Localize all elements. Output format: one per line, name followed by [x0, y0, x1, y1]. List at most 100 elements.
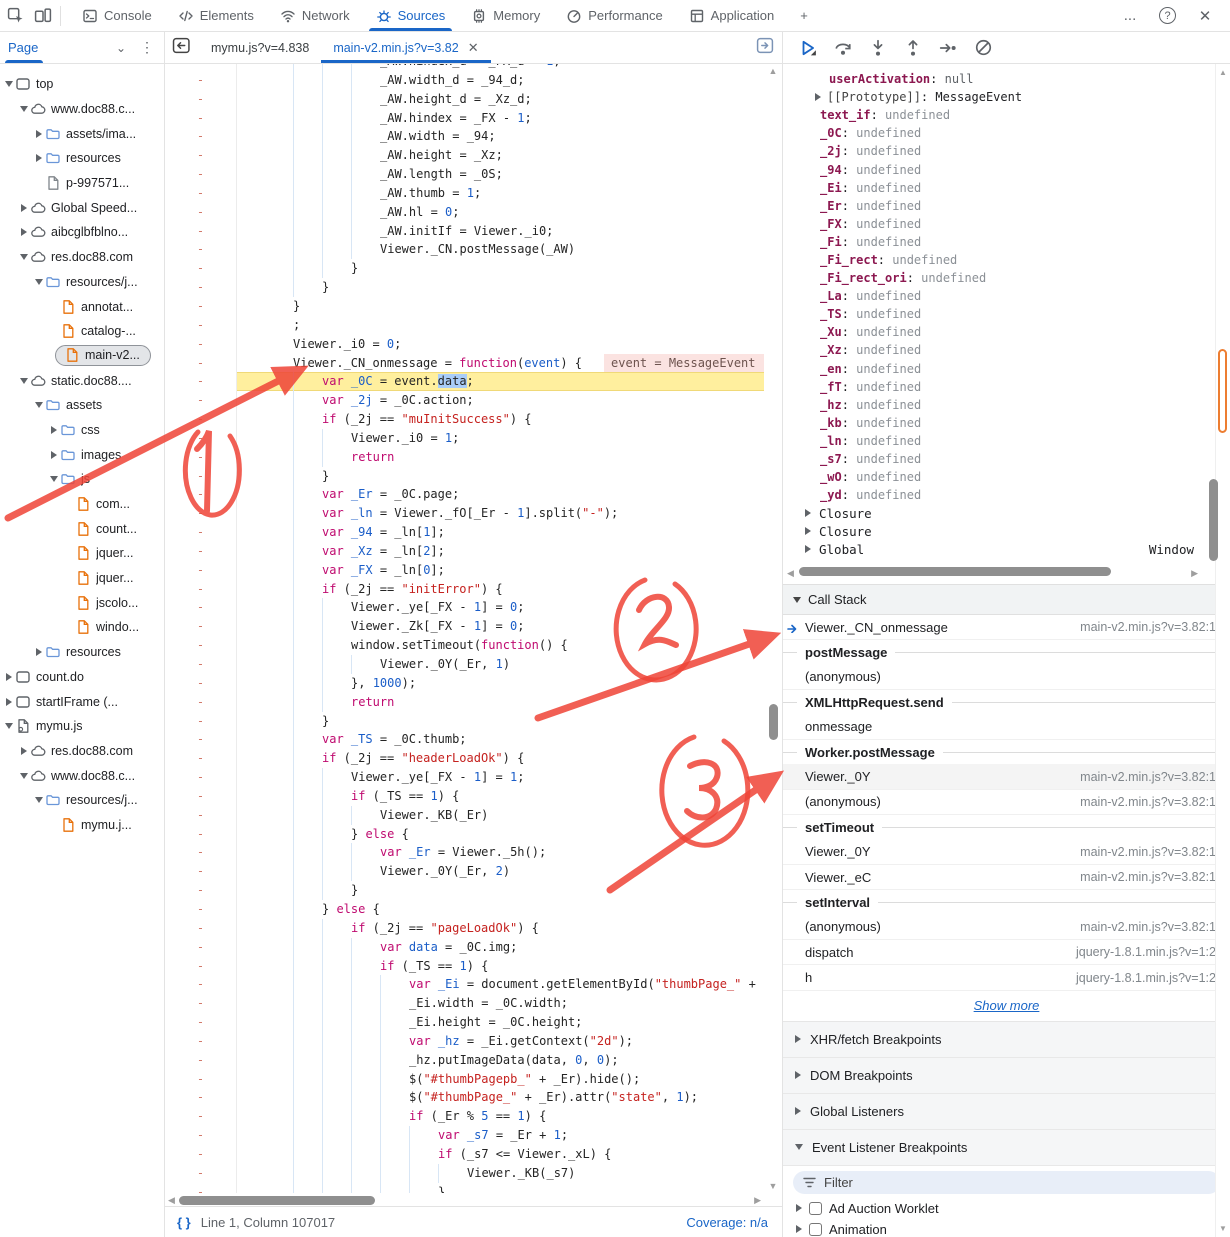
tree-item[interactable]: p-997571... [0, 171, 164, 196]
gutter-dash[interactable]: - [165, 165, 237, 184]
gutter-dash[interactable]: - [165, 297, 237, 316]
gutter-dash[interactable]: - [165, 372, 237, 391]
scope-variable[interactable]: _kb: undefined [783, 414, 1230, 432]
call-stack-frame[interactable]: Viewer._CN_onmessagemain-v2.min.js?v=3.8… [783, 615, 1230, 640]
scope-variable[interactable]: _ln: undefined [783, 432, 1230, 450]
chevron-down-icon[interactable]: ⌄ [116, 41, 126, 55]
call-stack-frame[interactable]: Viewer._0Ymain-v2.min.js?v=3.82:1 [783, 840, 1230, 865]
section-event-listener-breakpoints[interactable]: Event Listener Breakpoints [783, 1130, 1230, 1166]
call-stack-frame[interactable]: (anonymous)main-v2.min.js?v=3.82:1 [783, 790, 1230, 815]
scope-variable[interactable]: _Fi_rect_ori: undefined [783, 269, 1230, 287]
scope-variable[interactable]: text_if: undefined [783, 106, 1230, 124]
event-category-row[interactable]: Ad Auction Worklet [783, 1198, 1230, 1219]
code-line[interactable]: -} [165, 881, 764, 900]
code-line[interactable]: -} [165, 297, 764, 316]
code-line[interactable]: -var _Er = _0C.page; [165, 485, 764, 504]
code-line[interactable]: -} [165, 278, 764, 297]
code-line[interactable]: -if (_2j == "headerLoadOk") { [165, 749, 764, 768]
gutter-dash[interactable]: - [165, 843, 237, 862]
tab-network[interactable]: Network [267, 0, 363, 31]
code-line[interactable]: -if (_2j == "initError") { [165, 580, 764, 599]
tab-application[interactable]: Application [676, 0, 788, 31]
gutter-dash[interactable]: - [165, 542, 237, 561]
gutter-dash[interactable]: - [165, 1107, 237, 1126]
code-line[interactable]: -var _Xz = _ln[2]; [165, 542, 764, 561]
scope-variable[interactable]: _Ei: undefined [783, 179, 1230, 197]
gutter-dash[interactable]: - [165, 712, 237, 731]
gutter-dash[interactable]: - [165, 561, 237, 580]
gutter-dash[interactable]: - [165, 127, 237, 146]
gutter-dash[interactable]: - [165, 806, 237, 825]
help-icon[interactable]: ? [1159, 7, 1176, 24]
deactivate-breakpoints-icon[interactable] [974, 38, 993, 57]
scope-variable[interactable]: _Xz: undefined [783, 341, 1230, 359]
tree-item[interactable]: jquer... [0, 566, 164, 591]
scroll-right-icon[interactable]: ▶ [1191, 568, 1198, 579]
gutter-dash[interactable]: - [165, 1164, 237, 1183]
scope-variable[interactable]: _TS: undefined [783, 305, 1230, 323]
code-line[interactable]: -Viewer._CN_onmessage = function(event) … [165, 354, 764, 373]
code-line[interactable]: -} [165, 467, 764, 486]
close-devtools-icon[interactable]: ✕ [1196, 7, 1214, 25]
code-area[interactable]: -_AW.hindex_d = _FX_d - 1;-_AW.width_d =… [165, 64, 764, 1193]
gutter-dash[interactable]: - [165, 598, 237, 617]
code-line[interactable]: -} else { [165, 825, 764, 844]
code-line[interactable]: -} [165, 712, 764, 731]
scope-variable[interactable]: _fT: undefined [783, 378, 1230, 396]
gutter-dash[interactable]: - [165, 975, 237, 994]
device-toolbar-icon[interactable] [34, 7, 52, 25]
code-line[interactable]: -_Ei.height = _0C.height; [165, 1013, 764, 1032]
editor-vscroll-thumb[interactable] [769, 704, 778, 740]
tree-item[interactable]: count... [0, 516, 164, 541]
scope-variable[interactable]: _en: undefined [783, 360, 1230, 378]
call-stack-frame[interactable]: (anonymous)main-v2.min.js?v=3.82:1 [783, 915, 1230, 940]
tab-console[interactable]: Console [69, 0, 165, 31]
triangle-right-icon[interactable] [815, 93, 827, 101]
gutter-dash[interactable]: - [165, 768, 237, 787]
tree-item[interactable]: annotat... [0, 294, 164, 319]
code-line[interactable]: -} [165, 1183, 764, 1193]
tree-item[interactable]: res.doc88.com [0, 739, 164, 764]
gutter-dash[interactable]: - [165, 222, 237, 241]
gutter-dash[interactable]: - [165, 429, 237, 448]
scope-variable[interactable]: _Er: undefined [783, 197, 1230, 215]
tab-memory[interactable]: Memory [458, 0, 553, 31]
code-line[interactable]: -if (_2j == "muInitSuccess") { [165, 410, 764, 429]
gutter-dash[interactable]: - [165, 1070, 237, 1089]
code-line[interactable]: -var _TS = _0C.thumb; [165, 730, 764, 749]
scroll-right-icon[interactable]: ▶ [754, 1195, 761, 1206]
code-line[interactable]: -}, 1000); [165, 674, 764, 693]
code-line[interactable]: -_hz.putImageData(data, 0, 0); [165, 1051, 764, 1070]
code-line[interactable]: -_AW.initIf = Viewer._i0; [165, 222, 764, 241]
tab-performance[interactable]: Performance [553, 0, 675, 31]
code-line[interactable]: -window.setTimeout(function() { [165, 636, 764, 655]
editor-vertical-scrollbar[interactable]: ▲ ▼ [764, 64, 782, 1193]
scope-variable[interactable]: _yd: undefined [783, 486, 1230, 504]
gutter-dash[interactable]: - [165, 1183, 237, 1193]
navigate-back-icon[interactable] [172, 37, 191, 59]
scope-variable[interactable]: _Xu: undefined [783, 323, 1230, 341]
code-line[interactable]: -Viewer._CN.postMessage(_AW) [165, 240, 764, 259]
call-stack-frame[interactable]: hjquery-1.8.1.min.js?v=1:2 [783, 965, 1230, 990]
tree-item[interactable]: resources/j... [0, 270, 164, 295]
tree-item[interactable]: www.doc88.c... [0, 97, 164, 122]
scope-variable[interactable]: _La: undefined [783, 287, 1230, 305]
call-stack-header[interactable]: Call Stack [783, 584, 1230, 615]
tree-item[interactable]: www.doc88.c... [0, 763, 164, 788]
call-stack-frame[interactable]: onmessage [783, 715, 1230, 740]
gutter-dash[interactable]: - [165, 674, 237, 693]
code-line[interactable]: -Viewer._i0 = 0; [165, 335, 764, 354]
scroll-down-icon[interactable]: ▼ [764, 1181, 782, 1191]
event-category-row[interactable]: Animation [783, 1219, 1230, 1237]
scope-section[interactable]: Closure [783, 504, 1230, 522]
gutter-dash[interactable]: - [165, 146, 237, 165]
scroll-down-icon[interactable]: ▼ [1216, 1224, 1230, 1233]
gutter-dash[interactable]: - [165, 730, 237, 749]
tree-item[interactable]: aibcglbfblno... [0, 220, 164, 245]
gutter-dash[interactable]: - [165, 881, 237, 900]
scope-variable[interactable]: _0C: undefined [783, 124, 1230, 142]
gutter-dash[interactable]: - [165, 485, 237, 504]
scroll-up-icon[interactable]: ▲ [764, 66, 782, 76]
scope-variable[interactable]: _wO: undefined [783, 468, 1230, 486]
code-line[interactable]: -_AW.height = _Xz; [165, 146, 764, 165]
